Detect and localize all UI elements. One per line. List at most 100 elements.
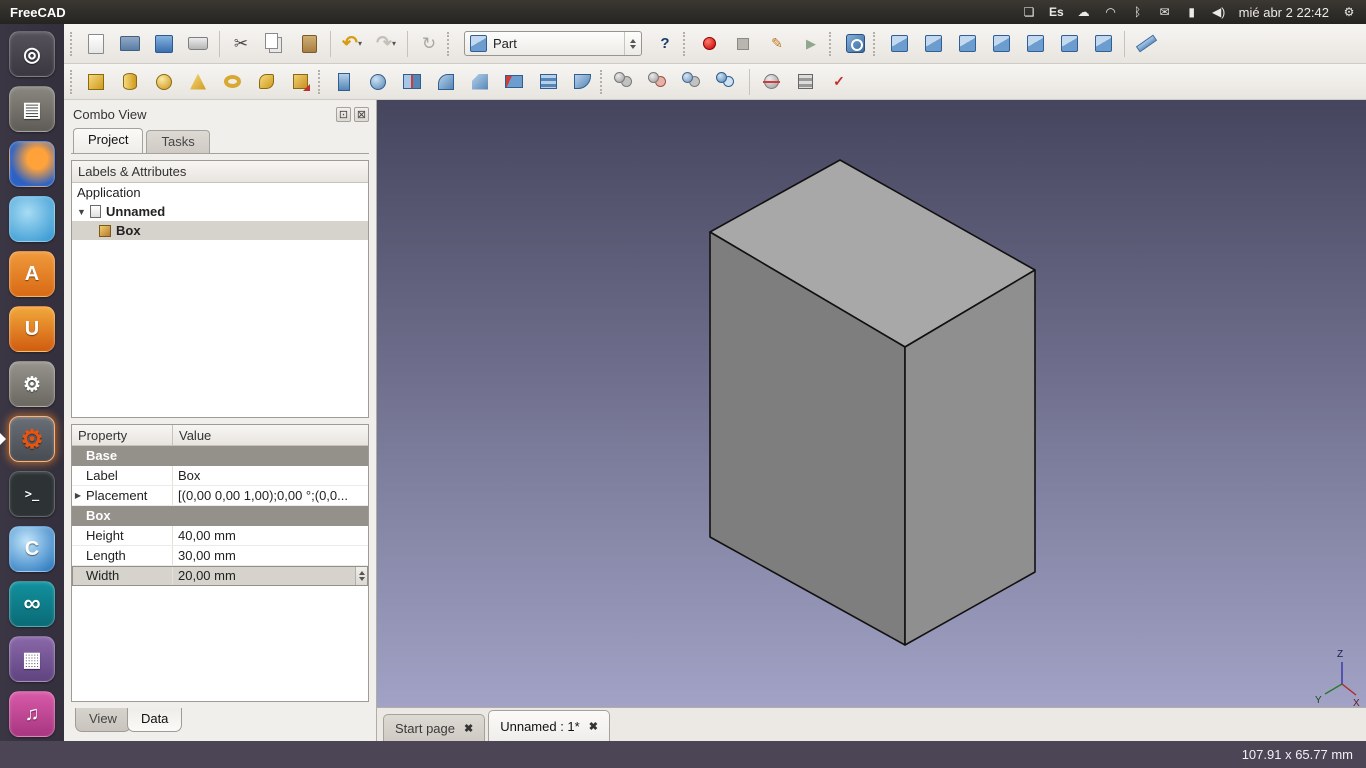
torus-button[interactable]	[216, 67, 248, 97]
launcher-item-software-center[interactable]: A	[9, 251, 55, 297]
property-value[interactable]: 20,00 mm	[173, 568, 355, 583]
launcher-item-files[interactable]: ▤	[9, 86, 55, 132]
property-value[interactable]: Box	[173, 468, 368, 483]
mirror-button[interactable]	[396, 67, 428, 97]
macro-record-button[interactable]	[693, 29, 725, 59]
tab-project[interactable]: Project	[73, 128, 143, 153]
launcher-item-arduino[interactable]: ∞	[9, 581, 55, 627]
property-row-placement[interactable]: ▶ Placement [(0,00 0,00 1,00);0,00 °;(0,…	[72, 486, 368, 506]
paste-button[interactable]	[293, 29, 325, 59]
toolbar-drag-handle[interactable]	[873, 32, 879, 56]
launcher-item-browser[interactable]	[9, 196, 55, 242]
tab-data[interactable]: Data	[127, 708, 182, 732]
rear-view-button[interactable]	[1019, 29, 1051, 59]
property-expander[interactable]: ▶	[72, 491, 84, 500]
battery-indicator[interactable]: ▮	[1185, 2, 1199, 22]
fillet-button[interactable]	[430, 67, 462, 97]
bottom-view-button[interactable]	[1053, 29, 1085, 59]
left-view-button[interactable]	[1087, 29, 1119, 59]
workbench-selector[interactable]: Part	[464, 31, 642, 56]
check-geometry-button[interactable]: ✓	[823, 67, 855, 97]
toolbar-drag-handle[interactable]	[70, 32, 76, 56]
mail-indicator[interactable]: ✉	[1158, 2, 1172, 22]
property-row-label[interactable]: Label Box	[72, 466, 368, 486]
copy-button[interactable]	[259, 29, 291, 59]
property-row-width[interactable]: Width 20,00 mm	[72, 566, 368, 586]
launcher-item-system-settings[interactable]: ⚙	[9, 361, 55, 407]
tab-view[interactable]: View	[75, 708, 131, 732]
section-button[interactable]	[755, 67, 787, 97]
refresh-button[interactable]: ↻	[413, 29, 445, 59]
chamfer-button[interactable]	[464, 67, 496, 97]
workbench-selector-arrows[interactable]	[624, 32, 636, 55]
value-spinner[interactable]	[355, 566, 368, 585]
toolbar-drag-handle[interactable]	[600, 70, 606, 94]
property-value[interactable]: [(0,00 0,00 1,00);0,00 °;(0,0...	[173, 488, 368, 503]
fit-all-button[interactable]	[839, 29, 871, 59]
tab-start-page[interactable]: Start page ✖	[383, 714, 485, 741]
property-group-box[interactable]: Box	[72, 506, 368, 526]
session-indicator[interactable]: ⚙	[1342, 2, 1356, 22]
axonometric-view-button[interactable]	[883, 29, 915, 59]
show-desktop-indicator[interactable]: ❏	[1022, 2, 1036, 22]
union-button[interactable]	[678, 67, 710, 97]
macro-play-button[interactable]: ▶	[795, 29, 827, 59]
box-button[interactable]	[80, 67, 112, 97]
sync-indicator[interactable]: ☁	[1077, 2, 1091, 22]
create-primitives-button[interactable]	[250, 67, 282, 97]
keyboard-indicator[interactable]: Es	[1049, 2, 1064, 22]
new-document-button[interactable]	[80, 29, 112, 59]
cone-button[interactable]	[182, 67, 214, 97]
cut-boolean-button[interactable]	[644, 67, 676, 97]
extrude-button[interactable]	[328, 67, 360, 97]
boolean-button[interactable]	[610, 67, 642, 97]
sweep-button[interactable]	[566, 67, 598, 97]
tree-expander[interactable]: ▼	[77, 207, 90, 217]
launcher-item-freecad[interactable]: ⚙	[9, 416, 55, 462]
dropdown-caret-icon[interactable]: ▾	[392, 39, 396, 48]
bluetooth-indicator[interactable]: ᛒ	[1131, 2, 1145, 22]
ruled-surface-button[interactable]	[498, 67, 530, 97]
tree-item-unnamed[interactable]: ▼ Unnamed	[72, 202, 368, 221]
cylinder-button[interactable]	[114, 67, 146, 97]
macro-stop-button[interactable]	[727, 29, 759, 59]
toolbar-drag-handle[interactable]	[318, 70, 324, 94]
tab-close-button[interactable]: ✖	[464, 722, 473, 735]
dropdown-caret-icon[interactable]: ▾	[358, 39, 362, 48]
right-view-button[interactable]	[985, 29, 1017, 59]
launcher-item-workspaces[interactable]: ▦	[9, 636, 55, 682]
toolbar-drag-handle[interactable]	[70, 70, 76, 94]
whats-this-button[interactable]: ?	[649, 29, 681, 59]
tree-item-application[interactable]: Application	[72, 183, 368, 202]
intersection-button[interactable]	[712, 67, 744, 97]
undo-button[interactable]: ↶ ▾	[336, 29, 368, 59]
property-row-height[interactable]: Height 40,00 mm	[72, 526, 368, 546]
save-document-button[interactable]	[148, 29, 180, 59]
property-row-length[interactable]: Length 30,00 mm	[72, 546, 368, 566]
property-value[interactable]: 40,00 mm	[173, 528, 368, 543]
property-value[interactable]: 30,00 mm	[173, 548, 368, 563]
measure-distance-button[interactable]	[1130, 29, 1162, 59]
revolve-button[interactable]	[362, 67, 394, 97]
volume-indicator[interactable]: ◀)	[1212, 2, 1226, 22]
macro-edit-button[interactable]: ✎	[761, 29, 793, 59]
cut-button[interactable]: ✂	[225, 29, 257, 59]
cross-sections-button[interactable]	[789, 67, 821, 97]
toolbar-drag-handle[interactable]	[447, 32, 453, 56]
clock-indicator[interactable]: mié abr 2 22:42	[1239, 2, 1329, 22]
tab-close-button[interactable]: ✖	[589, 720, 598, 733]
launcher-item-firefox[interactable]	[9, 141, 55, 187]
front-view-button[interactable]	[917, 29, 949, 59]
tree-item-box[interactable]: Box	[72, 221, 368, 240]
launcher-item-terminal[interactable]: >_	[9, 471, 55, 517]
top-view-button[interactable]	[951, 29, 983, 59]
float-button[interactable]: ⊡	[336, 107, 351, 122]
property-group-base[interactable]: Base	[72, 446, 368, 466]
network-indicator[interactable]: ◠	[1104, 2, 1118, 22]
print-button[interactable]	[182, 29, 214, 59]
3d-viewport[interactable]: Z Y X	[377, 100, 1366, 707]
launcher-item-dash[interactable]: ◎	[9, 31, 55, 77]
shape-builder-button[interactable]	[284, 67, 316, 97]
close-button[interactable]: ⊠	[354, 107, 369, 122]
tab-tasks[interactable]: Tasks	[146, 130, 209, 153]
